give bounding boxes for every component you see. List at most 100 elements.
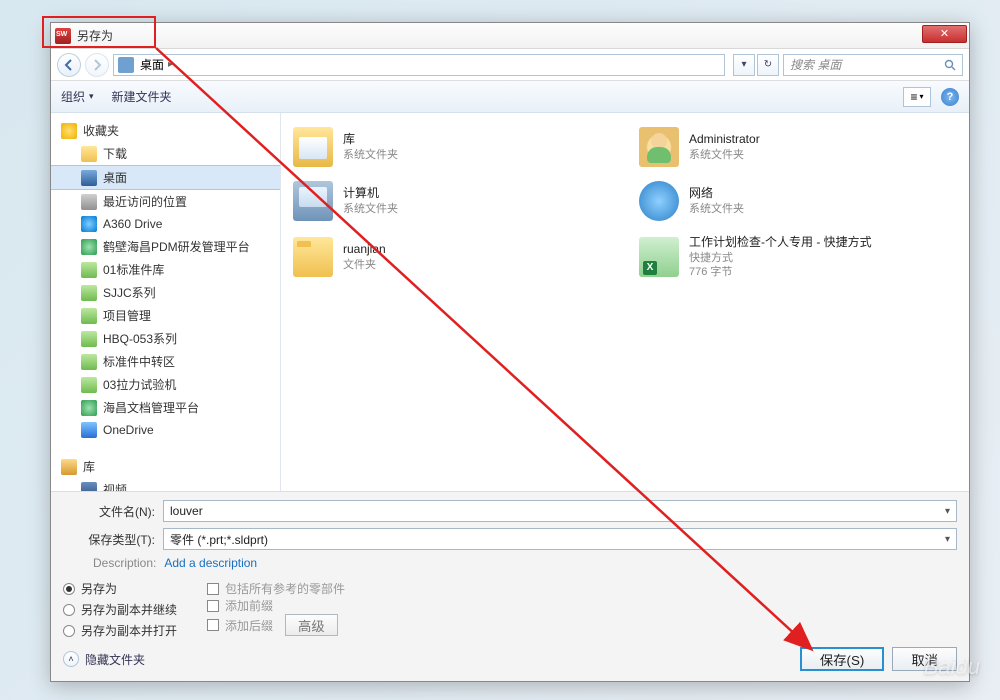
filename-label: 文件名(N): [63, 503, 155, 520]
file-item[interactable]: 计算机 系统文件夹 [289, 177, 615, 225]
chevron-down-icon: ▾ [920, 92, 924, 101]
hide-folders-toggle[interactable]: ˄ 隐藏文件夹 [63, 651, 145, 668]
sidebar-item-label: A360 Drive [103, 217, 162, 231]
sidebar-item[interactable]: OneDrive [51, 419, 280, 441]
folder-icon [81, 308, 97, 324]
sidebar-item[interactable]: A360 Drive [51, 213, 280, 235]
view-mode-button[interactable]: ≡ ▾ [903, 87, 931, 107]
sidebar-item[interactable]: 视频 [51, 478, 280, 491]
option-checkbox: 添加前缀 [207, 597, 345, 614]
file-type: 系统文件夹 [689, 148, 760, 162]
nav-row: 桌面 ▸ ▾ ↻ 搜索 桌面 [51, 49, 969, 81]
chevron-down-icon: ▾ [945, 506, 950, 517]
file-type: 文件夹 [343, 258, 386, 272]
sidebar-item[interactable]: 标准件中转区 [51, 350, 280, 373]
library-icon [61, 459, 77, 475]
sidebar-item[interactable]: 项目管理 [51, 304, 280, 327]
sidebar-item-label: 最近访问的位置 [103, 193, 187, 210]
help-button[interactable]: ? [941, 88, 959, 106]
libraries-label: 库 [83, 458, 95, 475]
dialog-title: 另存为 [77, 27, 113, 44]
sidebar-item[interactable]: 鹤壁海昌PDM研发管理平台 [51, 235, 280, 258]
add-description-link[interactable]: Add a description [164, 556, 257, 570]
sidebar-item[interactable]: 03拉力试验机 [51, 373, 280, 396]
sidebar-item[interactable]: SJJC系列 [51, 281, 280, 304]
folder-icon [81, 146, 97, 162]
filetype-select[interactable]: 零件 (*.prt;*.sldprt) ▾ [163, 528, 957, 550]
save-mode-radio[interactable]: 另存为副本并打开 [63, 622, 177, 639]
file-icon [639, 237, 679, 277]
location-icon [118, 57, 134, 73]
sidebar-item[interactable]: 01标准件库 [51, 258, 280, 281]
file-item[interactable]: 工作计划检查-个人专用 - 快捷方式 快捷方式 776 字节 [635, 231, 961, 283]
checkbox-label: 包括所有参考的零部件 [225, 580, 345, 597]
search-input[interactable]: 搜索 桌面 [783, 54, 963, 76]
address-bar[interactable]: 桌面 ▸ [113, 54, 725, 76]
sidebar-item[interactable]: 桌面 [51, 165, 280, 190]
folder-icon [81, 262, 97, 278]
address-dropdown-button[interactable]: ▾ [733, 54, 755, 76]
main-area: 收藏夹 下载桌面最近访问的位置 A360 Drive 鹤壁海昌PDM研发管理平台01… [51, 113, 969, 492]
folder-icon [81, 377, 97, 393]
file-type: 系统文件夹 [343, 202, 398, 216]
sidebar-item-label: 桌面 [103, 169, 127, 186]
sidebar-item-label: 海昌文档管理平台 [103, 399, 199, 416]
refresh-button[interactable]: ↻ [757, 54, 779, 76]
sidebar-item-label: 项目管理 [103, 307, 151, 324]
option-checkbox: 包括所有参考的零部件 [207, 580, 345, 597]
new-folder-button[interactable]: 新建文件夹 [112, 88, 172, 105]
sidebar-item-label: 标准件中转区 [103, 353, 175, 370]
organize-menu[interactable]: 组织 ▾ [61, 88, 94, 105]
filename-input[interactable]: louver ▾ [163, 500, 957, 522]
folder-icon [81, 482, 97, 492]
chevron-up-icon: ˄ [63, 651, 79, 667]
file-list: 库 系统文件夹 Administrator 系统文件夹 计算机 系统文件夹 网络… [281, 113, 969, 491]
sidebar-item-label: HBQ-053系列 [103, 330, 177, 347]
save-mode-radio[interactable]: 另存为 [63, 580, 177, 597]
breadcrumb-label: 桌面 [140, 56, 164, 73]
sidebar-group-favorites[interactable]: 收藏夹 [51, 119, 280, 142]
favorites-label: 收藏夹 [83, 122, 119, 139]
file-item[interactable]: 网络 系统文件夹 [635, 177, 961, 225]
save-mode-radio[interactable]: 另存为副本并继续 [63, 601, 177, 618]
search-icon [944, 59, 956, 71]
close-button[interactable]: ✕ [922, 25, 967, 43]
forward-button[interactable] [85, 53, 109, 77]
radio-icon [63, 625, 75, 637]
folder-icon [81, 400, 97, 416]
radio-label: 另存为副本并继续 [81, 601, 177, 618]
advanced-button: 高级 [285, 614, 338, 636]
file-icon [293, 127, 333, 167]
organize-label: 组织 [61, 88, 85, 105]
sidebar-item[interactable]: HBQ-053系列 [51, 327, 280, 350]
file-type: 系统文件夹 [343, 148, 398, 162]
sidebar-group-libraries[interactable]: 库 [51, 455, 280, 478]
chevron-down-icon: ▾ [89, 91, 94, 102]
file-item[interactable]: ruanjian 文件夹 [289, 231, 615, 283]
cancel-button[interactable]: 取消 [892, 647, 957, 671]
back-button[interactable] [57, 53, 81, 77]
file-item[interactable]: Administrator 系统文件夹 [635, 123, 961, 171]
view-icon: ≡ [910, 90, 917, 104]
new-folder-label: 新建文件夹 [112, 88, 172, 105]
sidebar-item[interactable]: 海昌文档管理平台 [51, 396, 280, 419]
radio-label: 另存为副本并打开 [81, 622, 177, 639]
file-item[interactable]: 库 系统文件夹 [289, 123, 615, 171]
sidebar-item[interactable]: 下载 [51, 142, 280, 165]
sidebar-item[interactable]: 最近访问的位置 [51, 190, 280, 213]
option-checkbox: 添加后缀高级 [207, 614, 345, 636]
search-placeholder: 搜索 桌面 [790, 56, 841, 73]
save-as-dialog: 另存为 ✕ 桌面 ▸ ▾ ↻ 搜索 桌面 组织 ▾ [50, 22, 970, 682]
sidebar-item-label: OneDrive [103, 423, 154, 437]
file-name: 计算机 [343, 186, 398, 202]
filename-value: louver [170, 504, 203, 518]
chevron-right-icon: ▸ [168, 59, 173, 70]
toolbar: 组织 ▾ 新建文件夹 ≡ ▾ ? [51, 81, 969, 113]
breadcrumb[interactable]: 桌面 ▸ [140, 56, 173, 73]
checkbox-icon [207, 600, 219, 612]
save-button[interactable]: 保存(S) [800, 647, 884, 671]
folder-icon [81, 170, 97, 186]
folder-icon [81, 331, 97, 347]
folder-icon [81, 354, 97, 370]
radio-icon [63, 583, 75, 595]
